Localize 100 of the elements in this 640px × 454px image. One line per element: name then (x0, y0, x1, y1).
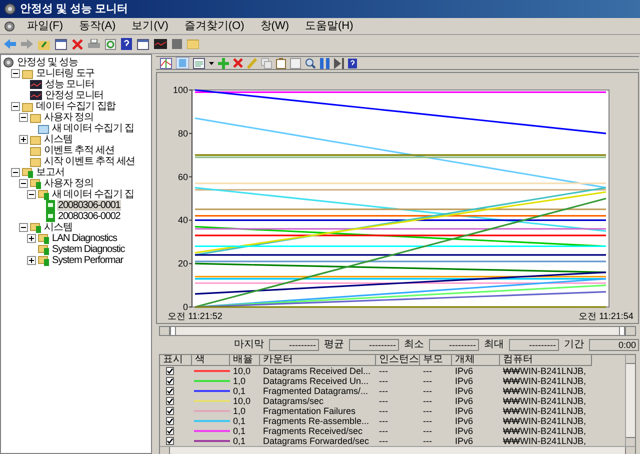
table-cell-text: ₩₩WIN-B241LNJB, (502, 376, 588, 386)
tree-item[interactable]: 안정성 모니터 (44, 90, 105, 101)
menu-item[interactable]: 도움말(H) (305, 20, 354, 32)
table-cell-text: Datagrams/sec (262, 396, 325, 406)
tree-item[interactable]: 사용자 정의 (43, 112, 94, 123)
y-tick-label: 20 (178, 258, 188, 269)
tree-item[interactable]: 시스템 (43, 134, 74, 145)
report-icon (46, 200, 55, 211)
y-tick-label: 100 (172, 85, 188, 95)
monitor-icon (30, 80, 42, 89)
tree-item[interactable]: 시작 이벤트 추적 세션 (43, 156, 136, 167)
expand-icon[interactable] (27, 256, 36, 265)
step-icon[interactable] (334, 58, 344, 68)
folder-up-icon[interactable] (38, 38, 50, 50)
tree-item[interactable]: 사용자 정의 (43, 178, 94, 189)
table-cell-text: --- (422, 436, 433, 446)
tree-item[interactable]: 20080306-0002 (57, 211, 122, 222)
graph-icon[interactable] (160, 58, 172, 68)
refresh-icon[interactable] (105, 38, 116, 50)
tree-item[interactable]: 20080306-0001 (57, 200, 122, 211)
window-icon[interactable] (137, 38, 149, 50)
tree-item[interactable]: 안정성 및 성능 (16, 57, 79, 68)
folder-icon (22, 68, 33, 78)
y-tick-label: 60 (178, 172, 188, 182)
menu-item[interactable]: 보기(V) (132, 20, 168, 32)
delete-icon[interactable] (72, 38, 83, 50)
collapse-icon[interactable] (27, 190, 36, 199)
monitor-icon[interactable] (154, 39, 167, 49)
collapse-icon[interactable] (19, 113, 28, 122)
tree-item[interactable]: System Performar (51, 255, 124, 266)
table-cell-text: --- (422, 426, 433, 436)
table-cell-text: --- (378, 366, 389, 376)
checkbox[interactable] (166, 397, 174, 405)
column-header[interactable]: 부모 (420, 355, 452, 366)
gear-icon (4, 3, 16, 15)
delete-icon[interactable] (233, 58, 243, 68)
table-cell-text: 0,1 (232, 416, 247, 426)
table-cell-text: ₩₩WIN-B241LNJB, (502, 426, 588, 436)
window-icon[interactable] (55, 38, 67, 50)
stat-label: 최소 (404, 340, 424, 350)
tree-item[interactable]: 시스템 (43, 222, 74, 233)
tree-item[interactable]: 모니터링 도구 (35, 68, 96, 79)
checkbox[interactable] (166, 367, 174, 375)
tree-item[interactable]: System Diagnostic (51, 244, 126, 255)
tree-item[interactable]: 이벤트 추적 세션 (43, 145, 116, 156)
tree-item[interactable]: 새 데이터 수집기 집 (51, 189, 135, 200)
checkbox[interactable] (166, 407, 174, 415)
zoom-icon[interactable] (305, 58, 316, 68)
report-icon[interactable] (193, 58, 205, 68)
tree-item[interactable]: 데이터 수집기 집합 (35, 101, 117, 112)
table-cell-text: 0,1 (232, 426, 247, 436)
histogram-icon[interactable] (176, 57, 189, 69)
checkbox[interactable] (166, 377, 174, 385)
table-cell-text: IPv6 (454, 416, 474, 426)
table-cell-text: 10,0 (232, 396, 252, 406)
collapse-icon[interactable] (19, 223, 28, 232)
expand-icon[interactable] (19, 135, 28, 144)
table-cell-text: --- (422, 406, 433, 416)
pause-icon[interactable] (320, 58, 330, 68)
report-folder-icon (38, 244, 49, 255)
collapse-icon[interactable] (11, 168, 20, 177)
menu-item[interactable]: 동작(A) (79, 20, 116, 32)
collapse-icon[interactable] (11, 102, 20, 111)
help-icon[interactable] (121, 38, 132, 50)
vertical-scrollbar[interactable] (625, 355, 635, 446)
printer-icon[interactable] (88, 38, 100, 50)
menu-item[interactable]: 즐겨찾기(O) (184, 20, 244, 32)
time-scrollbar[interactable] (159, 326, 636, 336)
checkbox[interactable] (166, 387, 174, 395)
x-tick-label: 오전 11:21:52 (168, 311, 222, 321)
tree-item[interactable]: 성능 모니터 (44, 79, 96, 90)
clipboard-icon[interactable] (276, 58, 286, 68)
stat-label: 기간 (564, 340, 584, 350)
tree-item[interactable]: 새 데이터 수집기 집 (51, 123, 135, 134)
stat-field: --------- (509, 339, 559, 351)
checkbox[interactable] (166, 437, 174, 445)
report-folder-icon (38, 189, 49, 200)
dropdown-caret-icon[interactable] (209, 62, 214, 64)
stat-label: 최대 (484, 340, 504, 350)
table-cell-text: IPv6 (454, 426, 474, 436)
table-cell-text: Fragmented Datagrams/... (262, 386, 370, 396)
table-cell-text: --- (378, 396, 389, 406)
table-cell-text: --- (378, 406, 389, 416)
help-icon[interactable] (348, 58, 357, 68)
menu-item[interactable]: 파일(F) (27, 20, 64, 32)
tree-item[interactable]: LAN Diagnostics (51, 233, 118, 244)
tree-item[interactable]: 보고서 (35, 167, 66, 178)
horizontal-scrollbar[interactable] (160, 446, 635, 454)
collapse-icon[interactable] (11, 69, 20, 78)
table-cell-text: --- (422, 396, 433, 406)
collapse-icon[interactable] (19, 179, 28, 188)
folder-icon (30, 156, 41, 166)
checkbox[interactable] (166, 417, 174, 425)
stat-field: --------- (429, 339, 479, 351)
y-tick-label: 80 (178, 128, 188, 138)
checkbox[interactable] (166, 427, 174, 435)
expand-icon[interactable] (27, 234, 36, 243)
table-cell-text: --- (378, 386, 389, 396)
menu-item[interactable]: 창(W) (260, 20, 289, 32)
table-cell-text: ₩₩WIN-B241LNJB, (502, 436, 588, 446)
